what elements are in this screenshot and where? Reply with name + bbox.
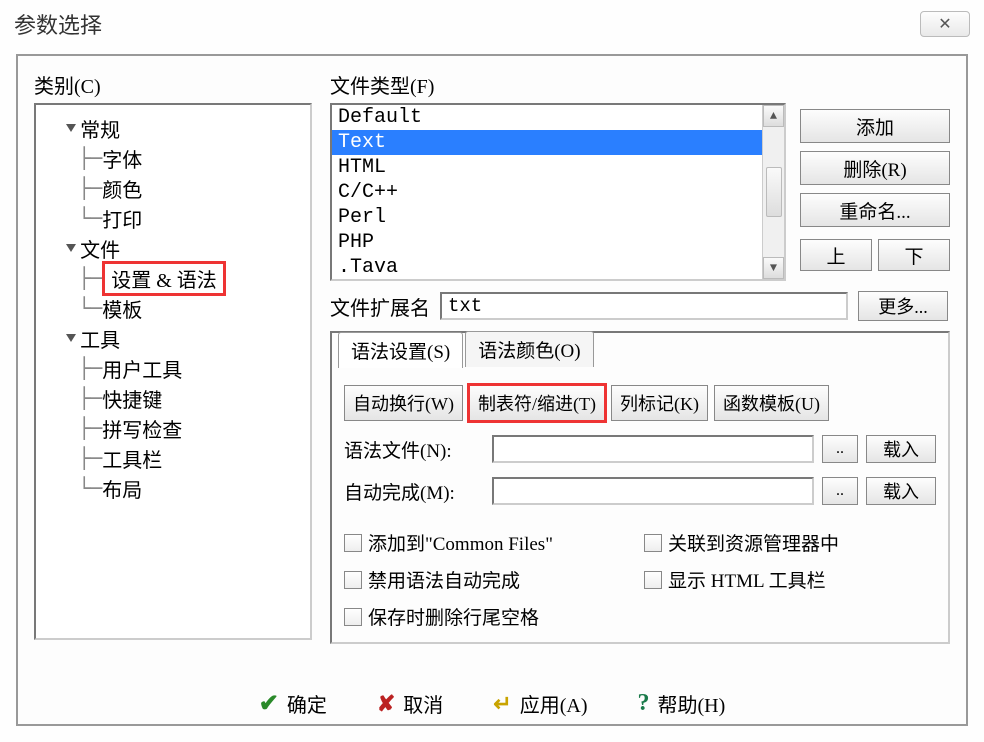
extension-input[interactable] (440, 292, 848, 320)
more-button[interactable]: 更多... (858, 291, 948, 321)
dialog-footer: ✔确定 ✘取消 ↵应用(A) ?帮助(H) (18, 689, 966, 718)
syntax-file-browse-button[interactable]: .. (822, 435, 858, 463)
syntax-file-label: 语法文件(N): (344, 436, 484, 463)
close-icon: ✕ (938, 14, 951, 34)
help-button[interactable]: ?帮助(H) (637, 689, 725, 718)
list-item[interactable]: .Tava (332, 255, 762, 279)
check-trim-trailing[interactable]: 保存时删除行尾空格 (344, 603, 624, 630)
expand-icon (66, 334, 76, 342)
wordwrap-button[interactable]: 自动换行(W) (344, 385, 463, 421)
cancel-button[interactable]: ✘取消 (377, 689, 443, 718)
scrollbar[interactable]: ▲ ▼ (762, 105, 784, 279)
autocomplete-browse-button[interactable]: .. (822, 477, 858, 505)
delete-button[interactable]: 删除(R) (800, 151, 950, 185)
checkbox-icon (344, 534, 362, 552)
extension-label: 文件扩展名 (330, 292, 430, 321)
check-assoc-explorer[interactable]: 关联到资源管理器中 (644, 529, 936, 556)
window-title: 参数选择 (14, 8, 102, 40)
tree-item-print[interactable]: └─打印 (42, 203, 304, 233)
filetype-listbox[interactable]: DefaultTextHTMLC/C++PerlPHP.Tava ▲ ▼ (330, 103, 786, 281)
syntax-file-load-button[interactable]: 载入 (866, 435, 936, 463)
check-show-html-tb[interactable]: 显示 HTML 工具栏 (644, 566, 936, 593)
tab-syntax-settings[interactable]: 语法设置(S) (338, 332, 463, 368)
ok-button[interactable]: ✔确定 (259, 689, 327, 718)
check-add-common[interactable]: 添加到"Common Files" (344, 529, 624, 556)
move-up-button[interactable]: 上 (800, 239, 872, 271)
syntax-settings-panel: 语法设置(S) 语法颜色(O) 自动换行(W) 制表符/缩进(T) 列标记(K)… (330, 331, 950, 644)
tree-item-color[interactable]: ├─颜色 (42, 173, 304, 203)
rename-button[interactable]: 重命名... (800, 193, 950, 227)
syntax-file-input[interactable] (492, 435, 814, 463)
close-button[interactable]: ✕ (920, 11, 970, 37)
x-icon: ✘ (377, 691, 395, 717)
tree-item-general[interactable]: 常规 (42, 113, 304, 143)
expand-icon (66, 244, 76, 252)
checkbox-icon (644, 571, 662, 589)
tree-item-settings-syntax[interactable]: ├─设置 & 语法 (42, 263, 304, 293)
tree-item-template[interactable]: └─模板 (42, 293, 304, 323)
tree-item-toolbar[interactable]: ├─工具栏 (42, 443, 304, 473)
tab-syntax-colors[interactable]: 语法颜色(O) (465, 331, 593, 367)
help-icon: ? (637, 690, 649, 717)
list-item[interactable]: C/C++ (332, 180, 762, 205)
apply-button[interactable]: ↵应用(A) (493, 689, 587, 718)
list-item[interactable]: Perl (332, 205, 762, 230)
tree-item-file[interactable]: 文件 (42, 233, 304, 263)
tree-item-tool[interactable]: 工具 (42, 323, 304, 353)
tab-indent-button[interactable]: 制表符/缩进(T) (469, 385, 605, 421)
tree-item-user-tool[interactable]: ├─用户工具 (42, 353, 304, 383)
autocomplete-input[interactable] (492, 477, 814, 505)
scroll-down-icon[interactable]: ▼ (763, 257, 784, 279)
check-disable-ac[interactable]: 禁用语法自动完成 (344, 566, 624, 593)
func-template-button[interactable]: 函数模板(U) (714, 385, 829, 421)
tree-item-layout[interactable]: └─布局 (42, 473, 304, 503)
apply-icon: ↵ (493, 691, 511, 717)
filetype-label: 文件类型(F) (330, 70, 786, 99)
list-item[interactable]: Text (332, 130, 762, 155)
tree-item-font[interactable]: ├─字体 (42, 143, 304, 173)
list-item[interactable]: HTML (332, 155, 762, 180)
category-tree[interactable]: 常规 ├─字体 ├─颜色 └─打印 文件 ├─设置 & 语法 └─模板 (34, 103, 312, 640)
check-icon: ✔ (259, 689, 279, 718)
category-label: 类别(C) (34, 70, 312, 99)
move-down-button[interactable]: 下 (878, 239, 950, 271)
tree-item-spellcheck[interactable]: ├─拼写检查 (42, 413, 304, 443)
autocomplete-label: 自动完成(M): (344, 478, 484, 505)
expand-icon (66, 124, 76, 132)
column-marker-button[interactable]: 列标记(K) (611, 385, 708, 421)
list-item[interactable]: Default (332, 105, 762, 130)
list-item[interactable]: PHP (332, 230, 762, 255)
checkbox-icon (344, 608, 362, 626)
content-frame: 类别(C) 常规 ├─字体 ├─颜色 └─打印 文件 (16, 54, 968, 726)
checkbox-icon (644, 534, 662, 552)
checkbox-icon (344, 571, 362, 589)
scroll-thumb[interactable] (766, 167, 782, 217)
titlebar: 参数选择 ✕ (0, 0, 984, 46)
add-button[interactable]: 添加 (800, 109, 950, 143)
preferences-window: 参数选择 ✕ 类别(C) 常规 ├─字体 ├─颜色 └─打印 (0, 0, 984, 742)
scroll-up-icon[interactable]: ▲ (763, 105, 784, 127)
tree-item-shortcut[interactable]: ├─快捷键 (42, 383, 304, 413)
autocomplete-load-button[interactable]: 载入 (866, 477, 936, 505)
